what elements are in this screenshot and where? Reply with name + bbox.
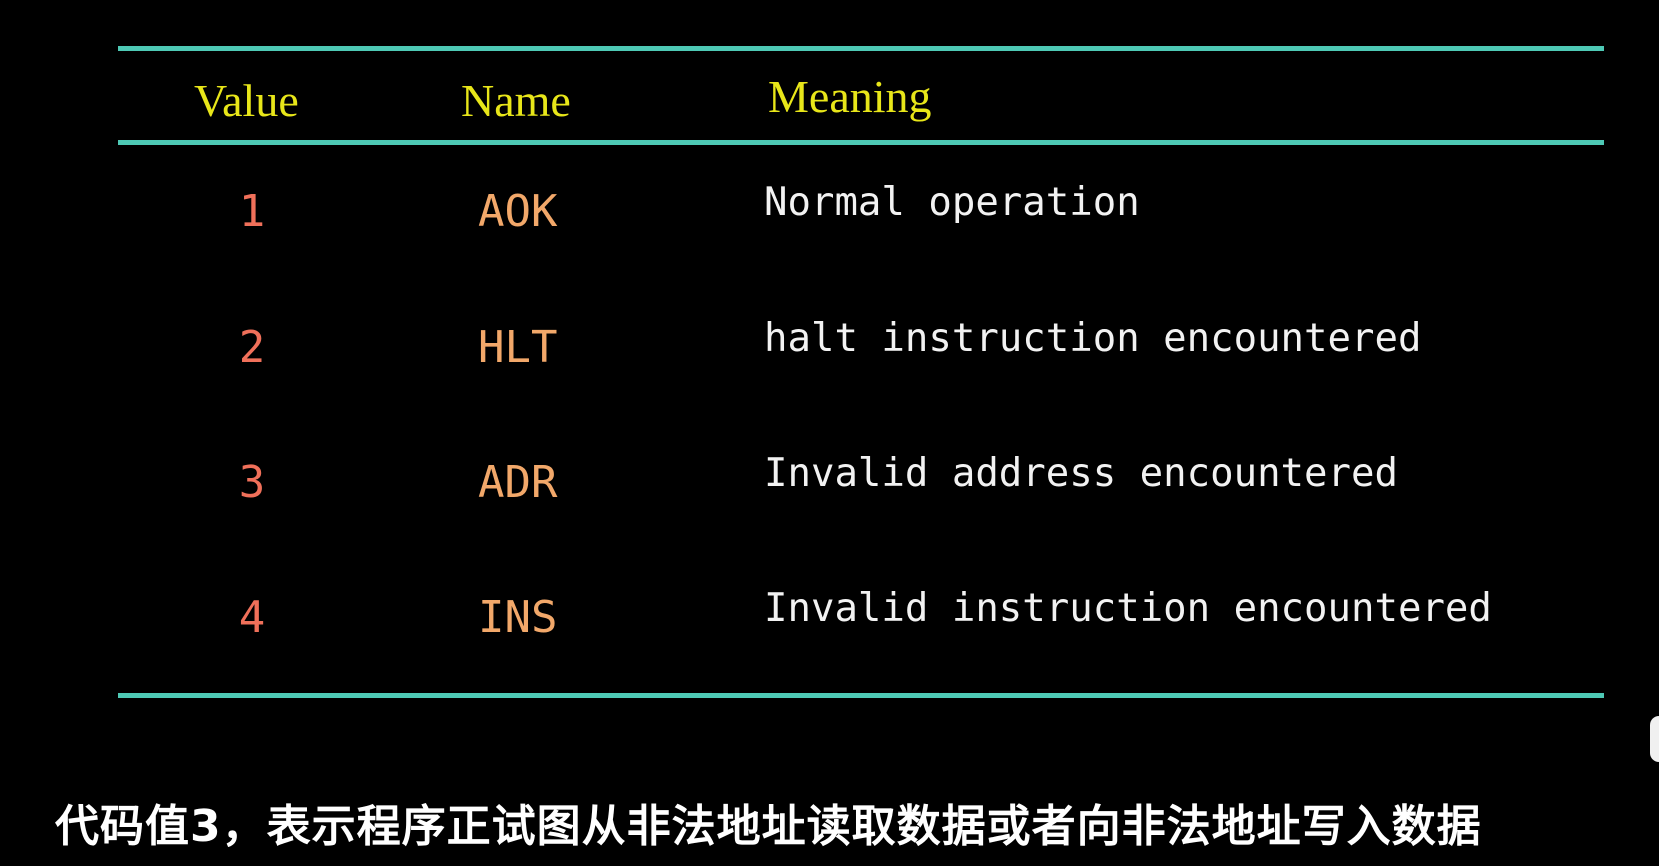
- table-row: 4 INS Invalid instruction encountered: [0, 586, 1659, 652]
- cell-name: HLT: [478, 322, 558, 373]
- table-row: 3 ADR Invalid address encountered: [0, 451, 1659, 517]
- cell-meaning: Normal operation: [764, 180, 1140, 225]
- table-top-rule: [118, 46, 1604, 51]
- side-panel-handle[interactable]: [1650, 716, 1659, 762]
- cell-name: AOK: [478, 186, 558, 237]
- table-row: 2 HLT halt instruction encountered: [0, 316, 1659, 382]
- table-header-rule: [118, 140, 1604, 145]
- cell-meaning: halt instruction encountered: [764, 316, 1422, 361]
- table-row: 1 AOK Normal operation: [0, 180, 1659, 246]
- header-value: Value: [194, 75, 299, 126]
- cell-value: 1: [238, 186, 266, 237]
- video-subtitle: 代码值3，表示程序正试图从非法地址读取数据或者向非法地址写入数据: [55, 801, 1482, 852]
- cell-value: 2: [238, 322, 266, 373]
- header-meaning: Meaning: [768, 71, 932, 122]
- table-bottom-rule: [118, 693, 1604, 698]
- cell-name: INS: [478, 592, 558, 643]
- cell-value: 3: [238, 457, 266, 508]
- header-name: Name: [461, 75, 571, 126]
- cell-meaning: Invalid address encountered: [764, 451, 1398, 496]
- cell-name: ADR: [478, 457, 558, 508]
- cell-value: 4: [238, 592, 266, 643]
- cell-meaning: Invalid instruction encountered: [764, 586, 1492, 631]
